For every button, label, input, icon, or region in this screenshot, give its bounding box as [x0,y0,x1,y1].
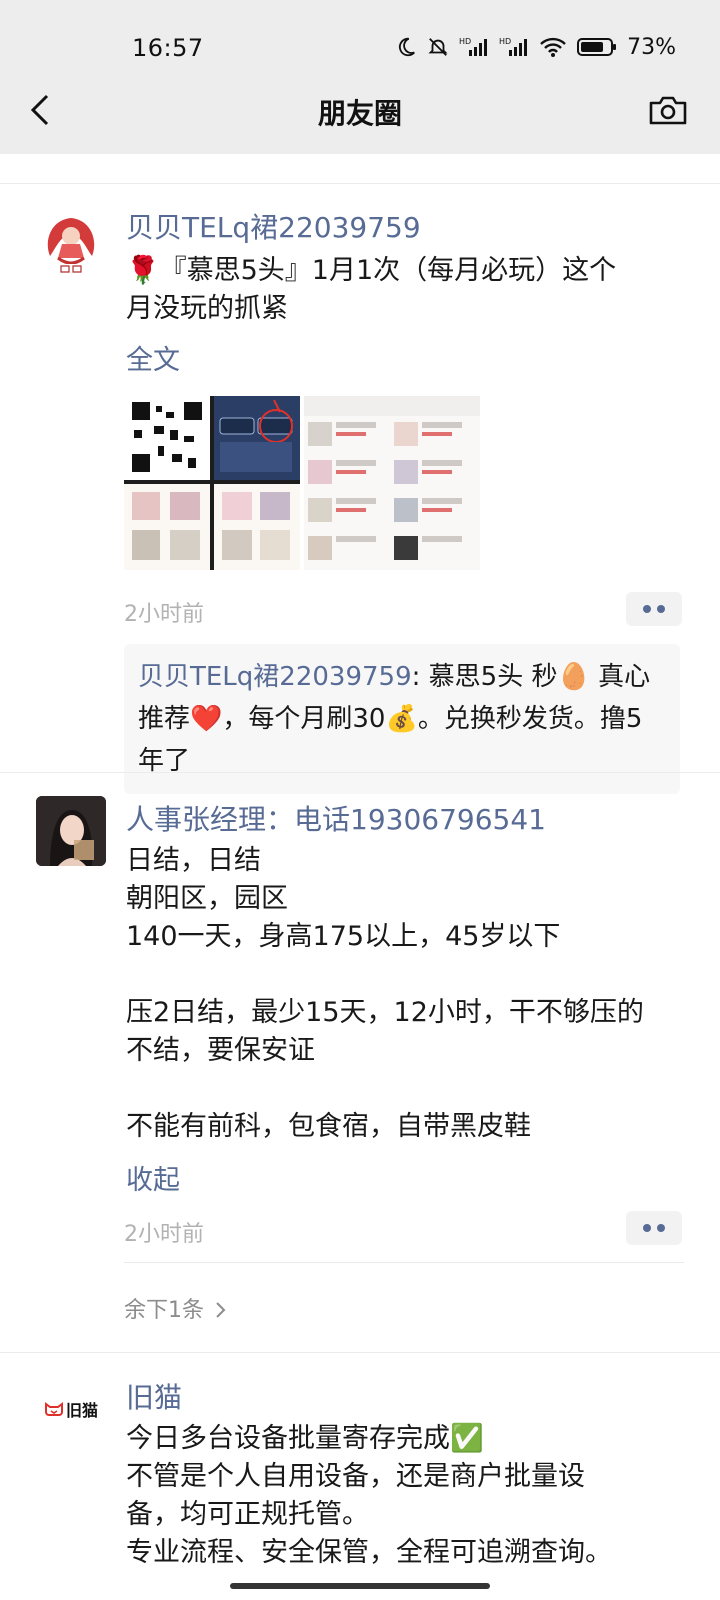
post-author-name[interactable]: 人事张经理：电话19306796541 [126,798,546,838]
post-text-line: 不管是个人自用设备，还是商户批量设 [126,1461,585,1492]
collapse-text-link[interactable]: 收起 [126,1158,180,1197]
post-text-line: 今日多台设备批量寄存完成✅ [126,1423,484,1454]
signal-hd-icon: HD [499,37,528,56]
screenshot-collage-left [124,396,300,570]
post-time: 2小时前 [124,1222,204,1247]
post-text-line: 日结，日结 [126,845,261,876]
post-author-name[interactable]: 贝贝TELq裙22039759 [126,206,421,246]
post-text-line: 月没玩的抓紧 [126,293,288,324]
post-divider [0,1352,720,1353]
more-actions-button[interactable] [626,592,682,626]
status-time: 16:57 [132,34,204,62]
screenshot-collage-right [304,396,480,570]
post-text-line: 🌹『慕思5头』1月1次（每月必玩）这个 [126,255,617,286]
post-text: 日结，日结 朝阳区，园区 140一天，身高175以上，45岁以下 压2日结，最少… [126,842,686,1146]
wifi-icon [540,37,566,57]
chevron-right-icon [216,1302,226,1318]
dot-icon [643,1224,651,1232]
moon-icon [399,37,416,57]
svg-text:HD: HD [499,37,511,46]
post-text-line: 朝阳区，园区 [126,883,288,914]
post-text-line: 备，均可正规托管。 [126,1499,369,1530]
status-icons: HD HD 73% [395,30,676,64]
post-text-line: 压2日结，最少15天，12小时，干不够压的 [126,997,644,1028]
post-text-line: 不能有前科，包食宿，自带黑皮鞋 [126,1111,531,1142]
post-text-line [126,1070,686,1108]
post-divider [0,772,720,773]
post-text: 今日多台设备批量寄存完成✅ 不管是个人自用设备，还是商户批量设 备，均可正规托管… [126,1420,686,1572]
inner-divider [124,1262,684,1263]
mute-bell-icon [428,38,448,56]
post-author-name[interactable]: 旧猫 [126,1376,182,1416]
battery-percent: 73% [627,34,676,60]
post-time: 2小时前 [124,602,204,627]
battery-icon [577,38,617,56]
camera-button[interactable] [642,86,694,134]
avatar-brand-text: 旧猫 [65,1401,98,1420]
signal-hd-icon: HD [459,37,488,56]
dot-icon [657,1224,665,1232]
feed-top-gap [0,154,720,184]
post-text-line [126,956,686,994]
svg-text:HD: HD [459,37,471,46]
dot-icon [657,605,665,613]
remaining-label: 余下1条 [124,1298,204,1323]
avatar[interactable] [36,208,106,278]
avatar[interactable]: 旧猫 [36,1374,106,1444]
qr-code-image [124,396,300,570]
post-text: 🌹『慕思5头』1月1次（每月必玩）这个 月没玩的抓紧 [126,252,686,328]
comment-author[interactable]: 贝贝TELq裙22039759 [138,662,412,692]
post-text-line: 专业流程、安全保管，全程可追溯查询。 [126,1537,612,1568]
profile-photo-image [36,796,106,866]
home-gesture-bar[interactable] [230,1583,490,1589]
product-list-image [304,396,480,570]
post-image[interactable] [124,396,480,570]
cat-logo-icon [44,1402,63,1416]
camera-icon [649,96,687,125]
post-text-line: 不结，要保安证 [126,1035,315,1066]
page-title: 朋友圈 [317,97,402,130]
post-text-line: 140一天，身高175以上，45岁以下 [126,921,561,952]
expand-full-text-link[interactable]: 全文 [126,338,180,377]
avatar[interactable] [36,796,106,866]
mermaid-avatar-image [36,208,106,278]
more-actions-button[interactable] [626,1211,682,1245]
dot-icon [643,605,651,613]
remaining-posts-link[interactable]: 余下1条 [124,1292,227,1324]
nav-bar: 朋友圈 [0,70,720,154]
